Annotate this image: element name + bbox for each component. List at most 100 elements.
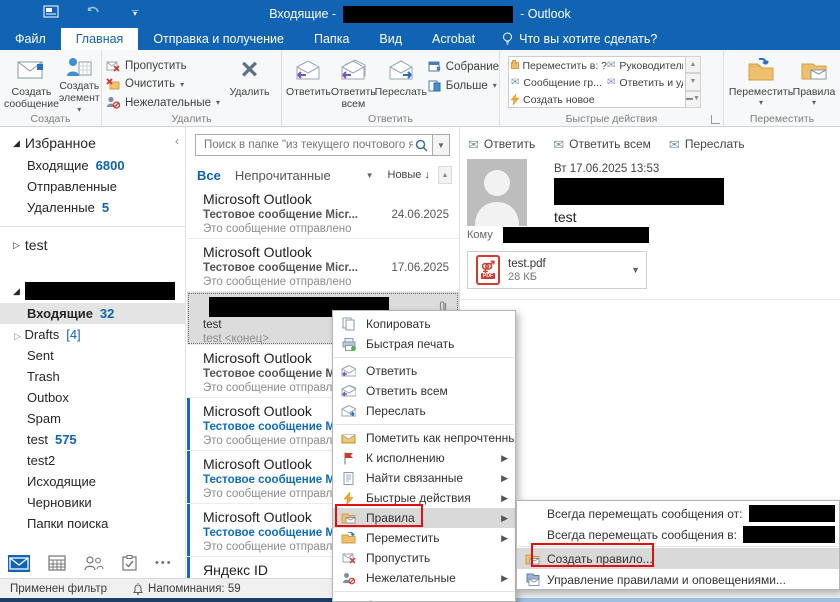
menu-item-move[interactable]: Переместить ▶	[333, 528, 515, 548]
tab-view[interactable]: Вид	[364, 28, 417, 50]
menu-item-find-related[interactable]: Найти связанные ▶	[333, 468, 515, 488]
quick-step-to-manager[interactable]: ✉ Руководителю	[607, 57, 683, 74]
account-test[interactable]: ▷ test	[0, 233, 185, 257]
sidebar-item-test2[interactable]: test2	[0, 450, 185, 471]
tab-file[interactable]: Файл	[0, 28, 61, 50]
search-scope-dropdown[interactable]: ▼	[433, 134, 450, 156]
reminders-status[interactable]: Напоминания: 59	[133, 583, 241, 595]
submenu-item-manage-rules[interactable]: Управление правилами и оповещениями...	[517, 569, 839, 590]
tasks-nav-icon[interactable]	[122, 555, 137, 571]
attachment-chip[interactable]: ⚤PDF test.pdf 28 КБ ▼	[467, 251, 647, 289]
reminders-label: Напоминания: 59	[148, 583, 241, 595]
sidebar-item-test[interactable]: test575	[0, 429, 185, 450]
quick-steps-dialog-launcher-icon[interactable]	[711, 115, 720, 124]
pdf-icon: ⚤PDF	[476, 255, 500, 285]
move-button[interactable]: Переместить ▾	[730, 53, 792, 112]
scroll-down-icon[interactable]: ▼	[686, 73, 701, 90]
new-mail-icon	[17, 56, 45, 84]
search-icon[interactable]	[415, 139, 428, 152]
reply-inline-button[interactable]: ✉ Ответить	[468, 137, 535, 151]
reply-all-button[interactable]: Ответить всем	[331, 53, 376, 112]
collapse-folder-pane-icon[interactable]: ‹	[175, 134, 179, 148]
quick-steps-scrollbar[interactable]: ▲ ▼ ▬▼	[686, 56, 701, 108]
tab-folder[interactable]: Папка	[299, 28, 364, 50]
sidebar-item-outgoing[interactable]: Исходящие	[0, 471, 185, 492]
filter-dropdown-arrow[interactable]: ▼	[366, 171, 374, 180]
menu-item-reply[interactable]: Ответить	[333, 361, 515, 381]
menu-item-mark-unread[interactable]: Пометить как непрочтенные	[333, 428, 515, 448]
attachment-dropdown-arrow[interactable]: ▼	[631, 265, 640, 275]
cleanup-button[interactable]: Очистить ▾	[106, 75, 222, 93]
menu-item-forward[interactable]: Переслать	[333, 401, 515, 421]
menu-item-quick-actions[interactable]: Быстрые действия ▶	[333, 488, 515, 508]
sidebar-item-drafts[interactable]: ▷ Drafts[4]	[0, 324, 185, 345]
quick-step-reply-delete[interactable]: ✉ Ответить и уда...	[607, 74, 683, 91]
sidebar-item-deleted-fav[interactable]: Удаленные5	[0, 197, 185, 218]
expanded-triangle-icon[interactable]: ◢	[13, 279, 20, 303]
sidebar-item-inbox[interactable]: Входящие32	[0, 303, 185, 324]
ignore-button[interactable]: Пропустить	[106, 57, 222, 75]
quick-step-team-message[interactable]: ✉ Сообщение гр...	[511, 74, 607, 91]
quick-step-create-new[interactable]: Создать новое	[511, 91, 607, 108]
scroll-up-icon[interactable]: ▲	[686, 56, 701, 73]
filter-all[interactable]: Все	[197, 168, 221, 183]
more-nav-icon[interactable]: •••	[155, 557, 173, 569]
menu-separator	[334, 357, 514, 358]
mail-nav-icon[interactable]	[8, 555, 30, 572]
sidebar-item-search-folders[interactable]: Папки поиска	[0, 513, 185, 534]
menu-item-ignore[interactable]: Пропустить	[333, 548, 515, 568]
search-input[interactable]	[202, 138, 415, 152]
sidebar-item-spam[interactable]: Spam	[0, 408, 185, 429]
forward-button[interactable]: Переслать	[376, 53, 426, 112]
meeting-button[interactable]: Собрание	[428, 57, 499, 76]
search-box[interactable]	[195, 134, 433, 156]
menu-item-junk[interactable]: Нежелательные ▶	[333, 568, 515, 588]
people-nav-icon[interactable]	[84, 556, 104, 571]
expanded-triangle-icon[interactable]: ◢	[13, 131, 20, 155]
sidebar-item-sent[interactable]: Sent	[0, 345, 185, 366]
sidebar-item-trash[interactable]: Trash	[0, 366, 185, 387]
list-scroll-up-icon[interactable]: ▲	[438, 166, 452, 184]
sidebar-item-outbox[interactable]: Outbox	[0, 387, 185, 408]
collapsed-triangle-icon[interactable]: ▷	[14, 331, 21, 341]
tell-me-box[interactable]: Что вы хотите сделать?	[490, 28, 669, 50]
tab-send-receive[interactable]: Отправка и получение	[138, 28, 299, 50]
more-button[interactable]: Больше ▾	[428, 76, 499, 95]
submenu-item-always-move-from[interactable]: Всегда перемещать сообщения от:	[517, 503, 839, 524]
recipient-redaction	[503, 227, 649, 243]
sort-order[interactable]: Новые ↓	[388, 169, 431, 181]
tab-home[interactable]: Главная	[61, 28, 139, 50]
submenu-item-always-move-to[interactable]: Всегда перемещать сообщения в:	[517, 524, 839, 545]
new-mail-button[interactable]: Создать сообщение	[4, 53, 59, 112]
tab-acrobat[interactable]: Acrobat	[417, 28, 490, 50]
favorites-header[interactable]: ◢ Избранное	[0, 131, 185, 155]
filter-status[interactable]: Применен фильтр	[10, 583, 107, 595]
message-row-1[interactable]: Microsoft Outlook Тестовое сообщение Mic…	[187, 186, 459, 239]
menu-item-rules[interactable]: Правила ▶	[333, 508, 515, 528]
reply-all-inline-button[interactable]: ✉ Ответить всем	[553, 137, 651, 151]
new-item-button[interactable]: Создать элемент ▾	[59, 53, 100, 112]
forward-inline-button[interactable]: ✉ Переслать	[669, 137, 745, 151]
sender-redaction	[749, 505, 835, 522]
junk-button[interactable]: Нежелательные ▾	[106, 94, 222, 112]
submenu-item-create-rule[interactable]: Создать правило...	[517, 548, 839, 569]
ribbon-group-respond: Ответить Ответить всем Переслать Собрани…	[282, 50, 500, 126]
scroll-more-icon[interactable]: ▬▼	[686, 91, 701, 108]
account-redacted[interactable]: ◢	[0, 279, 185, 303]
quick-step-move-to[interactable]: Переместить в: ?	[511, 57, 607, 74]
rules-button[interactable]: Правила ▾	[792, 53, 836, 112]
reply-button[interactable]: Ответить	[286, 53, 331, 112]
sidebar-item-drafts-ru[interactable]: Черновики	[0, 492, 185, 513]
filter-unread[interactable]: Непрочитанные	[235, 168, 331, 183]
sidebar-item-sent-fav[interactable]: Отправленные	[0, 176, 185, 197]
delete-button[interactable]: × Удалить	[222, 53, 277, 112]
menu-item-reply-all[interactable]: Ответить всем	[333, 381, 515, 401]
sidebar-item-inbox-fav[interactable]: Входящие6800	[0, 155, 185, 176]
collapsed-triangle-icon[interactable]: ▷	[13, 233, 20, 257]
menu-item-quick-print[interactable]: Быстрая печать	[333, 334, 515, 354]
calendar-nav-icon[interactable]	[48, 555, 66, 571]
menu-item-follow-up[interactable]: К исполнению ▶	[333, 448, 515, 468]
message-row-2[interactable]: Microsoft Outlook Тестовое сообщение Mic…	[187, 239, 459, 292]
menu-item-copy[interactable]: Копировать	[333, 314, 515, 334]
group-label-respond: Ответить	[282, 113, 499, 125]
